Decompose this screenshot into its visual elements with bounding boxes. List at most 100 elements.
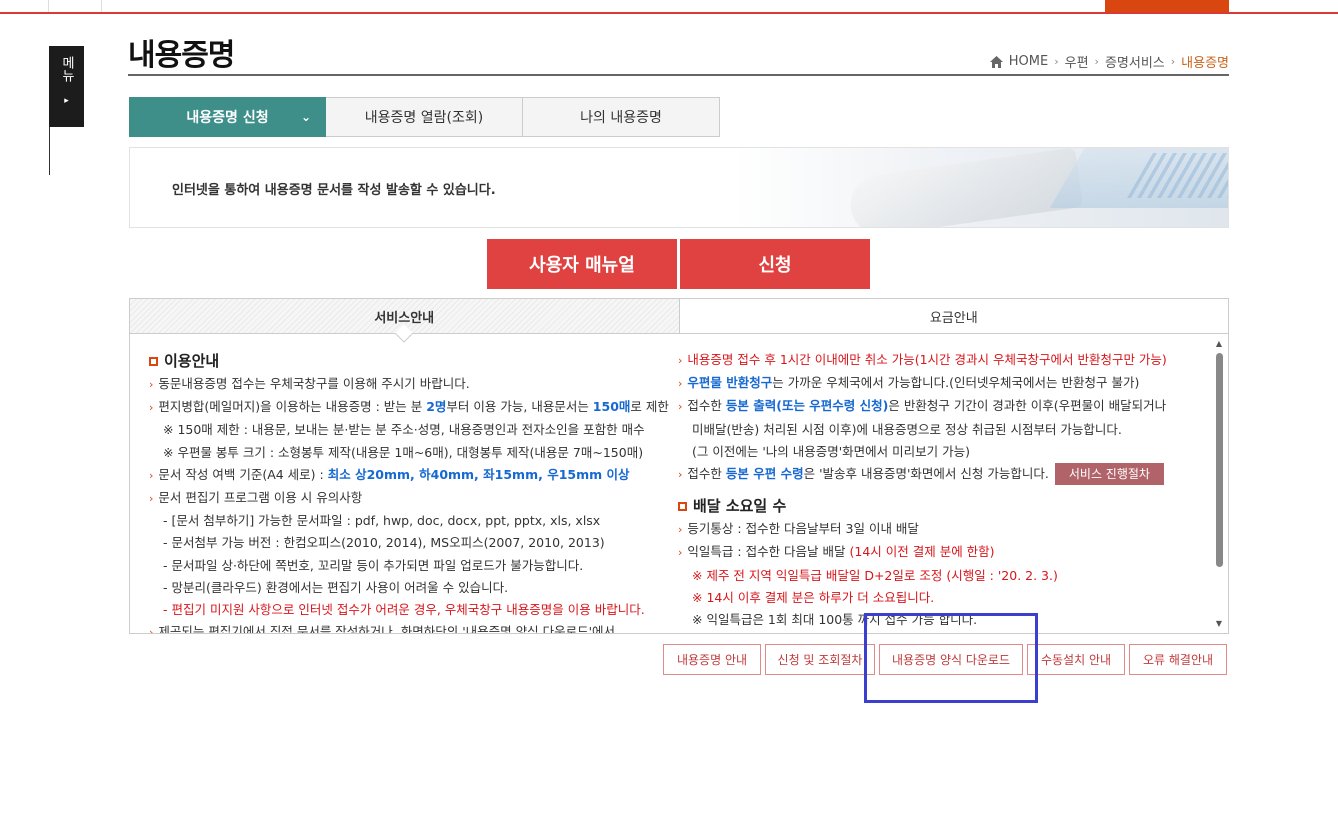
breadcrumb-separator: ›: [1170, 55, 1176, 68]
scroll-thumb[interactable]: [1216, 353, 1223, 567]
breadcrumb-item-certification[interactable]: 증명서비스: [1105, 52, 1165, 71]
bullet-icon: ›: [678, 377, 683, 391]
notice-emphasis: 우편물 반환청구: [687, 375, 773, 391]
delivery-emphasis: (14시 이전 결제 분에 한함): [849, 544, 995, 560]
side-menu-button[interactable]: 메뉴 ▸: [49, 46, 84, 127]
tab-my-label: 나의 내용증명: [580, 110, 662, 126]
notice-text: 는 가까운 우체국에서 가능합니다.(인터넷우체국에서는 반환청구 불가): [772, 375, 1140, 391]
delivery-line: › 등기통상 : 접수한 다음날부터 3일 이내 배달: [678, 518, 1208, 541]
side-divider: [49, 127, 50, 175]
info-panel: 서비스안내 요금안내 이용안내 › 동문내용증명 접수는 우체국창구를 이용해 주…: [129, 298, 1229, 634]
bullet-icon: ›: [678, 468, 683, 482]
bullet-icon: ›: [678, 354, 683, 367]
title-divider: [128, 74, 1229, 76]
guide-line: › 제공되는 편집기에서 직접 문서를 작성하거나, 화면하단의 '내용증명 양식…: [149, 621, 669, 634]
scroll-down-icon[interactable]: ▼: [1214, 619, 1224, 629]
notice-line: › 내용증명 접수 후 1시간 이내에만 취소 가능(1시간 경과시 우체국창구에…: [678, 349, 1208, 372]
delivery-note: ※ 제주 전 지역 익일특급 배달일 D+2일로 조정 (시행일 : '20. …: [692, 567, 1058, 583]
guide-text: 문서 작성 여백 기준(A4 세로) :: [158, 466, 328, 482]
guide-text: 부터 이용 가능, 내용문서는: [446, 399, 593, 415]
panel-tabs: 서비스안내 요금안내: [130, 299, 1228, 334]
section-square-icon: [149, 356, 158, 366]
delivery-note: ※ 14시 이후 결제 분은 하루가 더 소요됩니다.: [692, 589, 935, 605]
panel-scrollbar[interactable]: ▲ ▼: [1214, 339, 1224, 629]
tab-apply-label: 내용증명 신청: [186, 110, 269, 126]
page-title: 내용증명: [128, 38, 235, 73]
guide-note: ※ 150매 제한 : 내용문, 보내는 분·받는 분 주소·성명, 내용증명인…: [163, 422, 645, 438]
tab-apply[interactable]: 내용증명 신청 ⌄: [129, 97, 326, 137]
guide-emphasis: 2명: [426, 399, 447, 415]
guide-warning: - 편집기 미지원 사항으로 인터넷 접수가 어려운 경우, 우체국창구 내용증…: [163, 602, 645, 618]
link-apply-procedure[interactable]: 신청 및 조회절차: [765, 644, 875, 675]
notice-text: 접수한: [687, 398, 726, 414]
delivery-text: 익일특급 : 접수한 다음날 배달: [687, 544, 850, 560]
guide-subitem: - 망분리(클라우드) 환경에서는 편집기 사용이 어려울 수 있습니다.: [163, 579, 509, 595]
bottom-links: 내용증명 안내 신청 및 조회절차 내용증명 양식 다운로드 수동설치 안내 오…: [663, 644, 1227, 675]
apply-button[interactable]: 신청: [680, 239, 870, 289]
guide-text: 제공되는 편집기에서 직접 문서를 작성하거나, 화면하단의 '내용증명 양식 …: [158, 624, 616, 634]
notice-emphasis: 등본 우편 수령: [725, 466, 804, 482]
guide-subitem: - [문서 첨부하기] 가능한 문서파일 : pdf, hwp, doc, do…: [163, 513, 601, 529]
tab-my-certifications[interactable]: 나의 내용증명: [523, 97, 720, 137]
top-bar-cell: [49, 0, 102, 12]
usage-guide-column: 이용안내 › 동문내용증명 접수는 우체국창구를 이용해 주시기 바랍니다. › 편…: [149, 349, 669, 634]
side-menu-label: 메뉴: [59, 56, 74, 82]
delivery-text: 등기통상 : 접수한 다음날부터 3일 이내 배달: [687, 521, 919, 537]
bullet-icon: ›: [149, 468, 154, 482]
guide-emphasis: 최소 상20mm, 하40mm, 좌15mm, 우15mm 이상: [327, 466, 630, 482]
home-icon: [989, 55, 1003, 68]
notice-column: › 내용증명 접수 후 1시간 이내에만 취소 가능(1시간 경과시 우체국창구에…: [678, 349, 1208, 631]
scroll-up-icon[interactable]: ▲: [1214, 339, 1224, 349]
breadcrumb-current: 내용증명: [1181, 56, 1229, 71]
guide-emphasis: 150매: [592, 399, 631, 415]
link-form-download[interactable]: 내용증명 양식 다운로드: [879, 644, 1023, 675]
guide-line: › 편지병합(메일머지)을 이용하는 내용증명 : 받는 분 2명부터 이용 가능…: [149, 396, 669, 419]
breadcrumb-home[interactable]: HOME: [1009, 54, 1048, 69]
guide-text: 동문내용증명 접수는 우체국창구를 이용해 주시기 바랍니다.: [158, 376, 470, 391]
notice-continuation: 미배달(반송) 처리된 시점 이후)에 내용증명으로 정상 취급된 시점부터 가…: [692, 421, 1122, 437]
chevron-down-icon: ⌄: [300, 110, 311, 124]
delivery-line: › 익일특급 : 접수한 다음날 배달 (14시 이전 결제 분에 한함): [678, 541, 1208, 564]
notice-text: 내용증명 접수 후 1시간 이내에만 취소 가능(1시간 경과시 우체국창구에서…: [687, 352, 1167, 367]
side-menu-arrow-icon: ▸: [64, 96, 69, 106]
top-bar: [0, 0, 1338, 14]
guide-line: › 문서 작성 여백 기준(A4 세로) : 최소 상20mm, 하40mm, 좌…: [149, 464, 669, 487]
section-square-icon: [678, 501, 687, 511]
action-buttons: 사용자 매뉴얼 신청: [487, 239, 870, 289]
service-process-button[interactable]: 서비스 진행절차: [1054, 463, 1164, 486]
notice-continuation: (그 이전에는 '나의 내용증명'화면에서 미리보기 가능): [692, 443, 970, 459]
notice-emphasis: 등본 출력(또는 우편수령 신청): [725, 398, 889, 414]
delivery-note: ※ 익일특급은 1회 최대 100통 까지 접수 가능 합니다.: [692, 612, 978, 628]
bullet-icon: ›: [149, 626, 154, 634]
banner-hand-image: [846, 148, 1084, 227]
tab-service-guide[interactable]: 서비스안내: [130, 299, 680, 333]
link-certification-guide[interactable]: 내용증명 안내: [663, 644, 761, 675]
usage-guide-title: 이용안내: [149, 349, 669, 373]
notice-line: › 접수한 등본 출력(또는 우편수령 신청)은 반환청구 기간이 경과한 이후(…: [678, 395, 1208, 418]
info-banner: 인터넷을 통하여 내용증명 문서를 작성 발송할 수 있습니다.: [129, 147, 1229, 228]
guide-line: › 문서 편집기 프로그램 이용 시 유의사항: [149, 487, 669, 510]
tab-fee-guide[interactable]: 요금안내: [680, 299, 1229, 333]
bullet-icon: ›: [149, 492, 154, 506]
link-manual-install[interactable]: 수동설치 안내: [1027, 644, 1125, 675]
guide-subitem: - 문서파일 상·하단에 쪽번호, 꼬리말 등이 추가되면 파일 업로드가 불가…: [163, 557, 584, 573]
guide-text: 로 제한: [630, 399, 669, 415]
breadcrumb-separator: ›: [1094, 55, 1099, 68]
user-manual-button[interactable]: 사용자 매뉴얼: [487, 239, 677, 289]
top-bar-cell: [0, 0, 49, 12]
top-bar-accent: [1105, 0, 1229, 12]
breadcrumb-item-post[interactable]: 우편: [1065, 52, 1089, 71]
breadcrumb: HOME › 우편 › 증명서비스 › 내용증명: [989, 52, 1229, 71]
notice-line: › 접수한 등본 우편 수령은 '발송후 내용증명'화면에서 신청 가능합니다. 서…: [678, 463, 1208, 486]
usage-guide-title-text: 이용안내: [164, 351, 220, 370]
tab-view-label: 내용증명 열람(조회): [364, 110, 484, 126]
bullet-icon: ›: [678, 400, 683, 414]
bullet-icon: ›: [678, 546, 683, 560]
notice-text: 은 반환청구 기간이 경과한 이후(우편물이 배달되거나: [888, 398, 1167, 414]
bullet-icon: ›: [149, 401, 154, 415]
guide-subitem: - 문서첨부 가능 버전 : 한컴오피스(2010, 2014), MS오피스(…: [163, 535, 605, 551]
guide-text: 편지병합(메일머지)을 이용하는 내용증명 : 받는 분: [158, 399, 427, 415]
guide-line: › 동문내용증명 접수는 우체국창구를 이용해 주시기 바랍니다.: [149, 373, 669, 396]
tab-view[interactable]: 내용증명 열람(조회): [326, 97, 523, 137]
link-error-help[interactable]: 오류 해결안내: [1129, 644, 1227, 675]
